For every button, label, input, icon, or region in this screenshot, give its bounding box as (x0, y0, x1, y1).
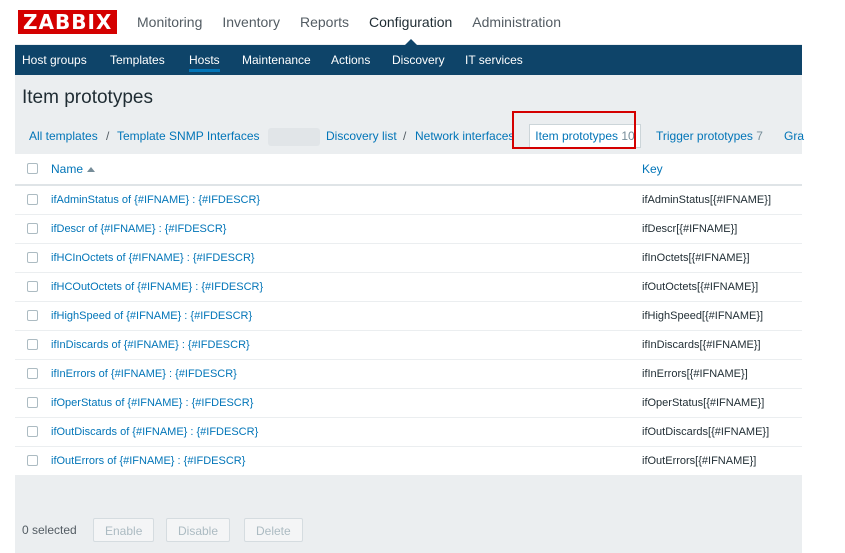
item-key: ifOutDiscards[{#IFNAME}] (642, 426, 770, 438)
item-name-link[interactable]: ifInDiscards of {#IFNAME} : {#IFDESCR} (51, 331, 250, 359)
tab-trigger-prototypes[interactable]: Trigger prototypes 7 (656, 118, 763, 154)
item-key: ifOperStatus[{#IFNAME}] (642, 397, 765, 409)
row-checkbox[interactable] (27, 397, 38, 408)
breadcrumb-template[interactable]: Template SNMP Interfaces (117, 118, 260, 154)
sub-nav-hosts[interactable]: Hosts (189, 45, 220, 75)
breadcrumb-network-interfaces[interactable]: Network interfaces (415, 118, 514, 154)
table-row: ifInErrors of {#IFNAME} : {#IFDESCR} ifI… (15, 360, 802, 389)
item-key: ifAdminStatus[{#IFNAME}] (642, 194, 771, 206)
main-nav-configuration-label: Configuration (369, 14, 453, 30)
main-nav-reports[interactable]: Reports (300, 13, 349, 31)
sub-nav: Host groups Templates Hosts Maintenance … (15, 45, 802, 75)
row-checkbox[interactable] (27, 426, 38, 437)
main-nav-administration[interactable]: Administration (472, 13, 561, 31)
table-row: ifOutDiscards of {#IFNAME} : {#IFDESCR} … (15, 418, 802, 447)
table-row: ifHCInOctets of {#IFNAME} : {#IFDESCR} i… (15, 244, 802, 273)
row-checkbox[interactable] (27, 455, 38, 466)
row-checkbox[interactable] (27, 339, 38, 350)
tab-graph-prototypes[interactable]: Gra (784, 118, 804, 154)
column-header-key[interactable]: Key (642, 154, 663, 184)
main-nav-monitoring[interactable]: Monitoring (137, 13, 202, 31)
blurred-region (268, 128, 320, 146)
enable-button[interactable]: Enable (93, 518, 155, 542)
sub-nav-discovery[interactable]: Discovery (392, 45, 445, 75)
annotation-highlight-box (512, 111, 636, 149)
item-key: ifInDiscards[{#IFNAME}] (642, 339, 761, 351)
main-nav-inventory[interactable]: Inventory (222, 13, 280, 31)
table-row: ifOperStatus of {#IFNAME} : {#IFDESCR} i… (15, 389, 802, 418)
item-key: ifDescr[{#IFNAME}] (642, 223, 738, 235)
sub-nav-maintenance[interactable]: Maintenance (242, 45, 311, 75)
item-name-link[interactable]: ifAdminStatus of {#IFNAME} : {#IFDESCR} (51, 186, 260, 214)
sub-nav-hosts-label: Hosts (189, 53, 220, 67)
breadcrumb-all-templates[interactable]: All templates (29, 118, 98, 154)
sub-nav-actions[interactable]: Actions (331, 45, 370, 75)
breadcrumb-separator: / (403, 129, 407, 143)
row-checkbox[interactable] (27, 252, 38, 263)
top-bar: ZABBIX Monitoring Inventory Reports Conf… (15, 0, 802, 45)
main-nav: Monitoring Inventory Reports Configurati… (137, 13, 581, 45)
table-header: Name Key (15, 154, 802, 186)
row-checkbox[interactable] (27, 194, 38, 205)
selected-count: 0 selected (22, 523, 77, 537)
breadcrumb-separator: / (106, 129, 110, 143)
row-checkbox[interactable] (27, 310, 38, 321)
item-name-link[interactable]: ifHighSpeed of {#IFNAME} : {#IFDESCR} (51, 302, 252, 330)
item-name-link[interactable]: ifInErrors of {#IFNAME} : {#IFDESCR} (51, 360, 237, 388)
column-header-name-label: Name (51, 162, 84, 176)
zabbix-logo[interactable]: ZABBIX (18, 10, 118, 34)
sort-ascending-icon (87, 167, 96, 172)
app-frame: ZABBIX Monitoring Inventory Reports Conf… (15, 0, 804, 553)
item-key: ifInOctets[{#IFNAME}] (642, 252, 750, 264)
page-title: Item prototypes (22, 87, 153, 108)
item-key: ifOutOctets[{#IFNAME}] (642, 281, 759, 293)
active-tab-underline (189, 69, 220, 72)
item-key: ifHighSpeed[{#IFNAME}] (642, 310, 764, 322)
item-name-link[interactable]: ifOutDiscards of {#IFNAME} : {#IFDESCR} (51, 418, 258, 446)
trigger-prototypes-count: 7 (756, 129, 763, 143)
main-nav-configuration[interactable]: Configuration (369, 13, 453, 45)
table-row: ifOutErrors of {#IFNAME} : {#IFDESCR} if… (15, 447, 802, 476)
table-row: ifDescr of {#IFNAME} : {#IFDESCR} ifDesc… (15, 215, 802, 244)
delete-button[interactable]: Delete (244, 518, 303, 542)
table-footer: 0 selected Enable Disable Delete (15, 507, 802, 553)
sub-nav-templates[interactable]: Templates (110, 45, 165, 75)
table-row: ifAdminStatus of {#IFNAME} : {#IFDESCR} … (15, 186, 802, 215)
item-name-link[interactable]: ifOperStatus of {#IFNAME} : {#IFDESCR} (51, 389, 253, 417)
breadcrumb: All templates / Template SNMP Interfaces… (15, 118, 804, 154)
breadcrumb-discovery-list[interactable]: Discovery list (326, 118, 397, 154)
tab-trigger-prototypes-label: Trigger prototypes (656, 129, 753, 143)
item-key: ifInErrors[{#IFNAME}] (642, 368, 748, 380)
item-prototypes-table: Name Key ifAdminStatus of {#IFNAME} : {#… (15, 154, 802, 476)
row-checkbox[interactable] (27, 281, 38, 292)
row-checkbox[interactable] (27, 223, 38, 234)
table-row: ifHCOutOctets of {#IFNAME} : {#IFDESCR} … (15, 273, 802, 302)
row-checkbox[interactable] (27, 368, 38, 379)
column-header-name[interactable]: Name (51, 154, 96, 184)
sub-nav-it-services[interactable]: IT services (465, 45, 523, 75)
sub-nav-host-groups[interactable]: Host groups (22, 45, 87, 75)
item-name-link[interactable]: ifHCInOctets of {#IFNAME} : {#IFDESCR} (51, 244, 255, 272)
select-all-checkbox[interactable] (27, 163, 38, 174)
table-row: ifHighSpeed of {#IFNAME} : {#IFDESCR} if… (15, 302, 802, 331)
disable-button[interactable]: Disable (166, 518, 231, 542)
table-row: ifInDiscards of {#IFNAME} : {#IFDESCR} i… (15, 331, 802, 360)
item-name-link[interactable]: ifOutErrors of {#IFNAME} : {#IFDESCR} (51, 447, 245, 475)
item-name-link[interactable]: ifHCOutOctets of {#IFNAME} : {#IFDESCR} (51, 273, 263, 301)
item-name-link[interactable]: ifDescr of {#IFNAME} : {#IFDESCR} (51, 215, 226, 243)
item-key: ifOutErrors[{#IFNAME}] (642, 455, 757, 467)
